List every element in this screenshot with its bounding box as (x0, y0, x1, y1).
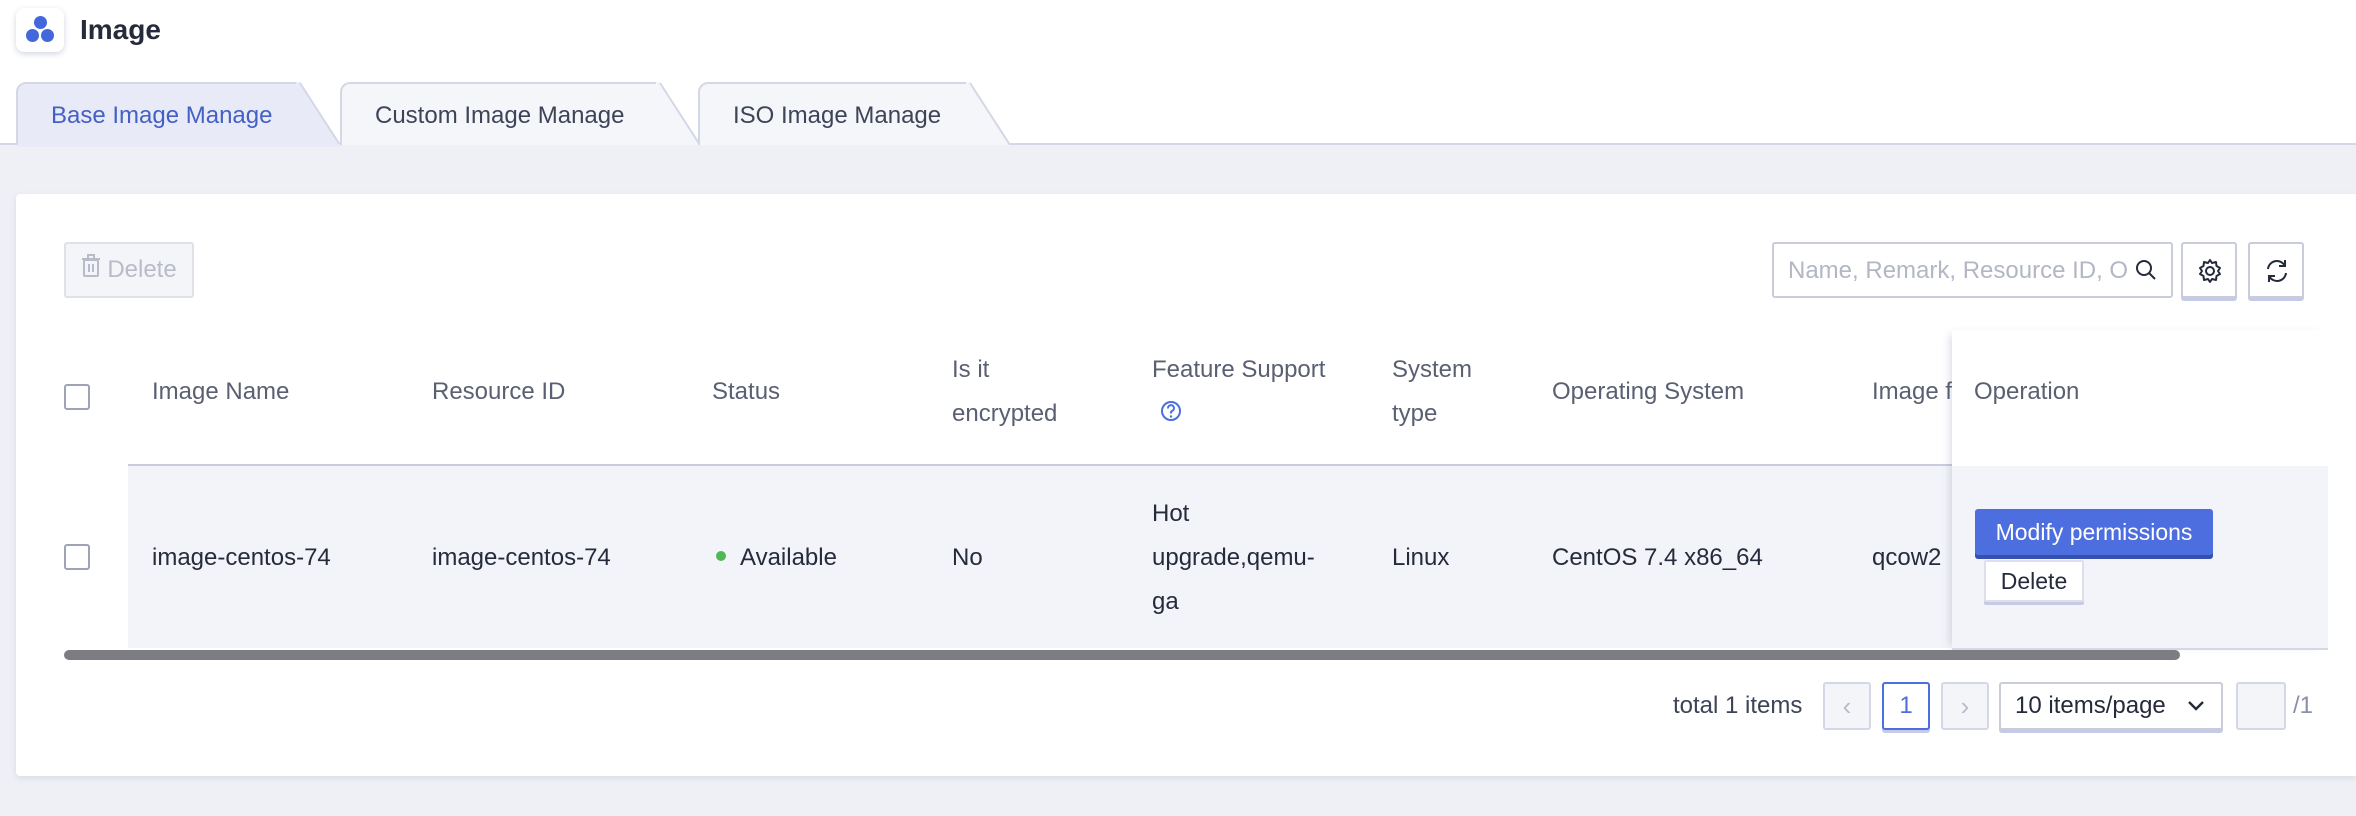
cell-operating-system: CentOS 7.4 x86_64 (1552, 544, 1763, 571)
feature-support-label: Feature Support (1152, 356, 1326, 383)
status-text: Available (740, 544, 837, 571)
settings-button[interactable] (2181, 242, 2237, 298)
row-checkbox[interactable] (64, 544, 90, 570)
batch-delete-button[interactable]: Delete (64, 242, 194, 298)
page-number-current[interactable]: 1 (1882, 682, 1930, 730)
batch-delete-label: Delete (107, 256, 177, 283)
trash-icon (81, 245, 101, 297)
cluster-logo-icon (16, 8, 64, 52)
next-page-button[interactable]: › (1941, 682, 1989, 730)
col-header-image-format[interactable]: Image f (1872, 370, 1952, 414)
cell-encrypted: No (952, 544, 983, 571)
col-header-operating-system[interactable]: Operating System (1552, 370, 1744, 414)
tab-custom-image-manage[interactable]: Custom Image Manage (340, 82, 700, 145)
chevron-left-icon: ‹ (1842, 691, 1852, 721)
refresh-button[interactable] (2248, 242, 2304, 298)
col-header-status[interactable]: Status (712, 370, 780, 414)
tab-label: ISO Image Manage (733, 102, 942, 129)
chevron-right-icon: › (1960, 691, 1970, 721)
col-header-image-name[interactable]: Image Name (152, 370, 289, 414)
tab-label: Custom Image Manage (375, 102, 625, 129)
col-header-operation: Operation (1974, 378, 2080, 405)
page-jump-input[interactable] (2236, 682, 2286, 730)
tab-base-image-manage[interactable]: Base Image Manage (16, 82, 340, 147)
image-list-card: Delete Name, Remark, Resource ID, OS Ima… (16, 194, 2356, 776)
operation-row-bg (1952, 466, 2328, 648)
col-header-feature-support[interactable]: Feature Support (1152, 348, 1352, 437)
cell-system-type: Linux (1392, 544, 1450, 571)
select-all-checkbox[interactable] (64, 384, 90, 410)
tab-edge (656, 82, 700, 145)
page-header: Image Base Image Manage Custom Image Man… (0, 0, 2356, 147)
total-pages: /1 (2293, 692, 2314, 719)
col-header-encrypted[interactable]: Is it encrypted (952, 348, 1092, 436)
horizontal-scrollbar[interactable] (64, 650, 2180, 660)
tab-iso-image-manage[interactable]: ISO Image Manage (698, 82, 1010, 145)
cell-image-name[interactable]: image-centos-74 (152, 536, 331, 580)
cell-resource-id: image-centos-74 (432, 544, 611, 571)
col-header-resource-id[interactable]: Resource ID (432, 370, 565, 414)
page-title: Image (80, 14, 161, 45)
tab-edge (296, 82, 340, 145)
modify-permissions-button[interactable]: Modify permissions (1975, 509, 2213, 555)
search-input[interactable] (1788, 254, 2128, 288)
cell-feature-support: Hot upgrade,qemu-ga (1152, 500, 1315, 615)
row-delete-button[interactable]: Delete (1984, 560, 2084, 602)
total-items: total 1 items (1673, 692, 1803, 719)
col-header-system-type[interactable]: System type (1392, 348, 1492, 436)
tab-edge (966, 82, 1010, 145)
tab-label: Base Image Manage (51, 102, 273, 129)
status-available-icon (716, 550, 726, 561)
search-box[interactable] (1772, 242, 2173, 298)
help-icon[interactable] (1160, 393, 1182, 437)
cell-status: Available (716, 536, 837, 580)
prev-page-button[interactable]: ‹ (1823, 682, 1871, 730)
page-size-value: 10 items/page (2015, 692, 2166, 719)
search-icon[interactable] (2135, 259, 2157, 286)
page-size-select[interactable]: 10 items/page (1999, 682, 2223, 730)
cell-image-format: qcow2 (1872, 544, 1942, 571)
